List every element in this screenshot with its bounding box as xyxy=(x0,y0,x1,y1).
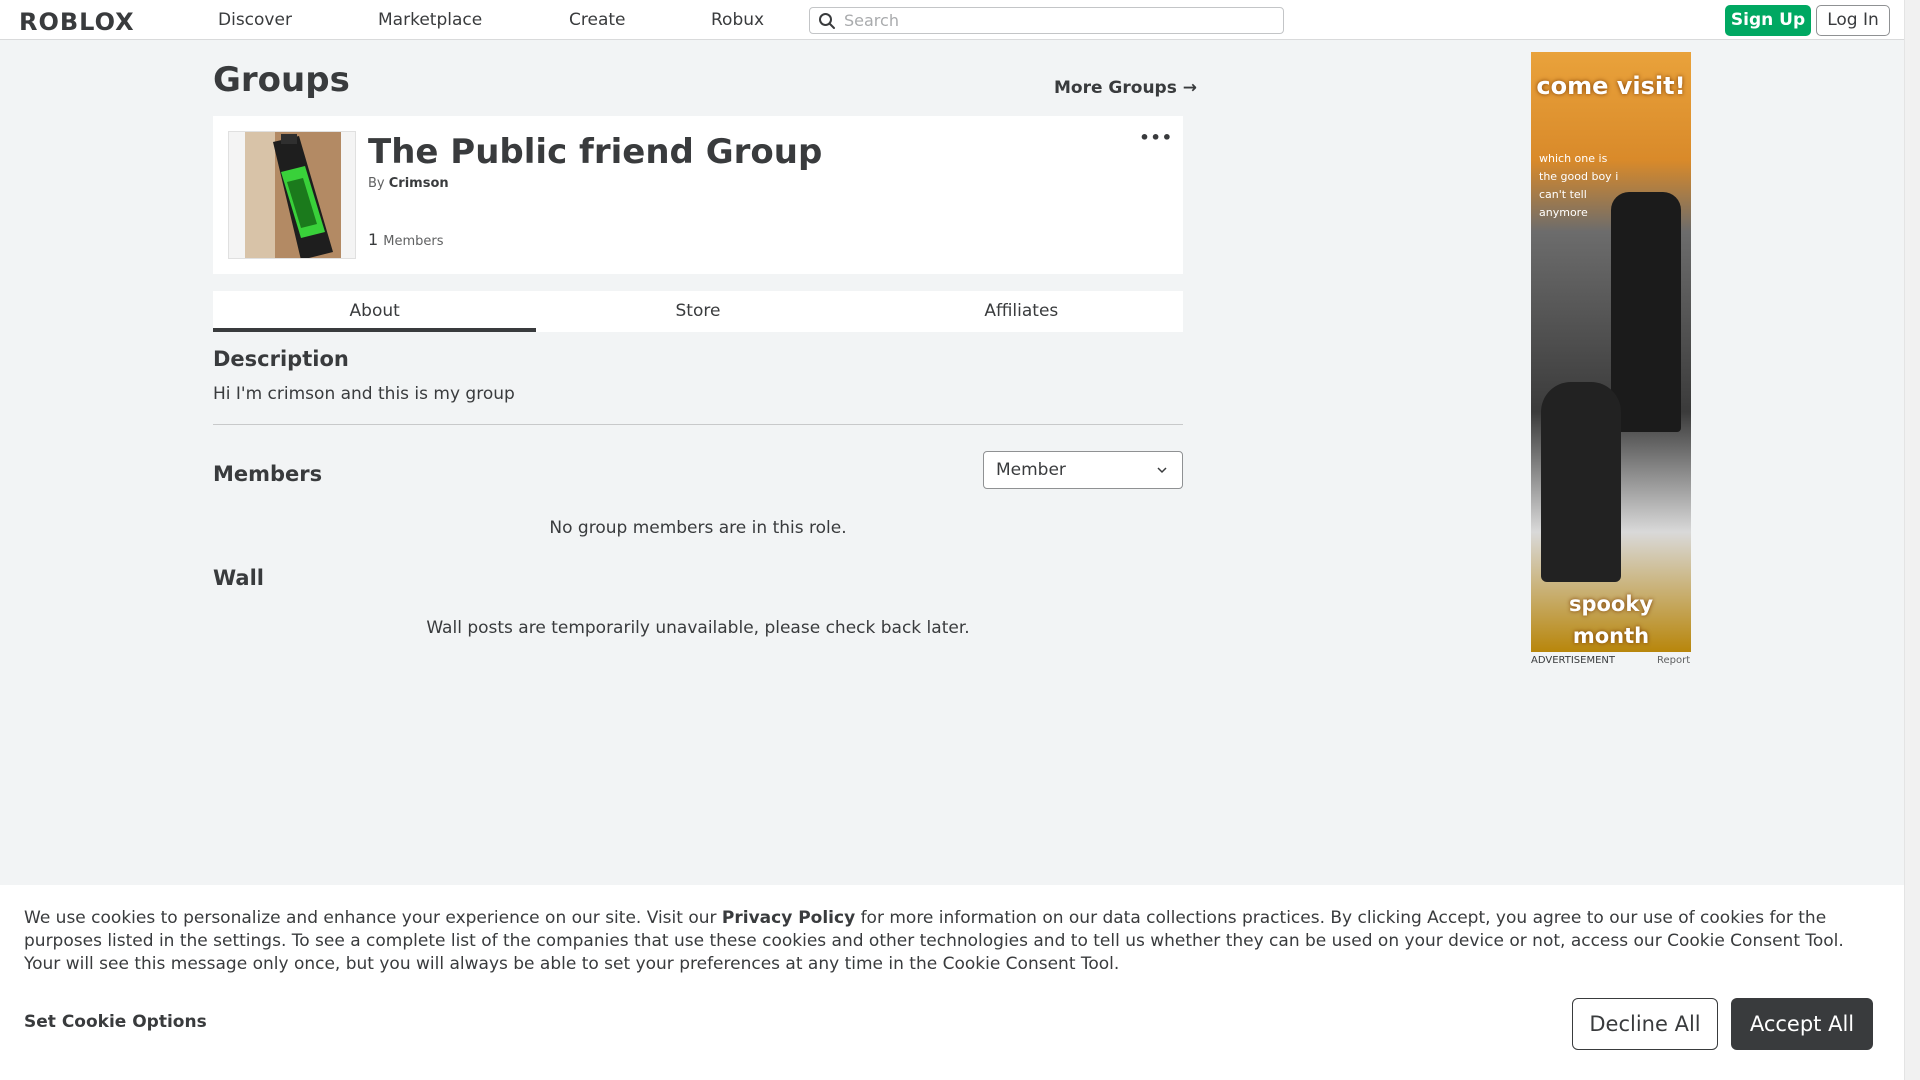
nav-marketplace[interactable]: Marketplace xyxy=(378,10,482,30)
more-groups-link[interactable]: More Groups → xyxy=(1054,78,1197,98)
ad-character-figure-small xyxy=(1541,382,1621,582)
group-tabs: About Store Affiliates xyxy=(213,291,1183,332)
nav-robux[interactable]: Robux xyxy=(711,10,764,30)
description-heading: Description xyxy=(213,347,349,371)
description-text: Hi I'm crimson and this is my group xyxy=(213,384,515,404)
accept-all-button[interactable]: Accept All xyxy=(1731,998,1873,1050)
roblox-logo[interactable]: ROBLOX xyxy=(19,8,135,36)
owner-prefix: By xyxy=(368,176,385,191)
group-name: The Public friend Group xyxy=(368,132,823,172)
group-owner-line: By Crimson xyxy=(368,176,449,191)
group-emblem-image xyxy=(229,132,355,258)
decline-all-button[interactable]: Decline All xyxy=(1572,998,1718,1050)
tab-store[interactable]: Store xyxy=(536,291,859,332)
member-count-value: 1 xyxy=(368,230,379,249)
signup-button[interactable]: Sign Up xyxy=(1725,5,1811,36)
wall-heading: Wall xyxy=(213,566,264,590)
owner-link[interactable]: Crimson xyxy=(389,176,449,191)
ad-headline: come visit! xyxy=(1536,72,1686,100)
wall-unavailable-message: Wall posts are temporarily unavailable, … xyxy=(426,618,970,638)
chevron-down-icon xyxy=(1157,467,1167,474)
set-cookie-options-link[interactable]: Set Cookie Options xyxy=(24,1012,207,1032)
cookie-text-before: We use cookies to personalize and enhanc… xyxy=(24,908,722,928)
advertisement-banner[interactable]: come visit! which one is the good boy i … xyxy=(1531,52,1691,652)
page-title: Groups xyxy=(213,60,350,100)
nav-discover[interactable]: Discover xyxy=(218,10,292,30)
ad-character-figure xyxy=(1611,192,1681,432)
page-scrollbar[interactable] xyxy=(1904,0,1920,1080)
role-dropdown-value: Member xyxy=(996,460,1066,480)
search-box[interactable] xyxy=(809,7,1284,34)
members-heading: Members xyxy=(213,462,323,486)
search-icon xyxy=(819,13,835,29)
member-count-label: Members xyxy=(383,234,444,249)
section-divider xyxy=(213,424,1183,425)
ad-report-link[interactable]: Report xyxy=(1657,655,1690,666)
role-dropdown[interactable]: Member xyxy=(983,451,1183,489)
no-members-message: No group members are in this role. xyxy=(549,518,847,538)
group-header-card: The Public friend Group By Crimson 1 Mem… xyxy=(213,116,1183,274)
privacy-policy-link[interactable]: Privacy Policy xyxy=(722,908,855,928)
group-emblem xyxy=(228,131,356,259)
tab-affiliates[interactable]: Affiliates xyxy=(860,291,1183,332)
ad-caption: which one is the good boy i can't tell a… xyxy=(1539,152,1619,219)
cookie-message: We use cookies to personalize and enhanc… xyxy=(24,907,1884,976)
nav-create[interactable]: Create xyxy=(569,10,626,30)
login-button[interactable]: Log In xyxy=(1816,5,1890,36)
ad-footer-text: spooky month update xyxy=(1568,592,1654,648)
cookie-consent-banner: We use cookies to personalize and enhanc… xyxy=(0,885,1904,1080)
top-nav-bar: ROBLOX Discover Marketplace Create Robux… xyxy=(0,0,1904,40)
more-options-icon[interactable]: ••• xyxy=(1139,128,1173,147)
tab-about[interactable]: About xyxy=(213,291,537,332)
search-input[interactable] xyxy=(844,10,1274,31)
member-count: 1 Members xyxy=(368,230,444,249)
advertisement-label: ADVERTISEMENT xyxy=(1531,655,1616,666)
